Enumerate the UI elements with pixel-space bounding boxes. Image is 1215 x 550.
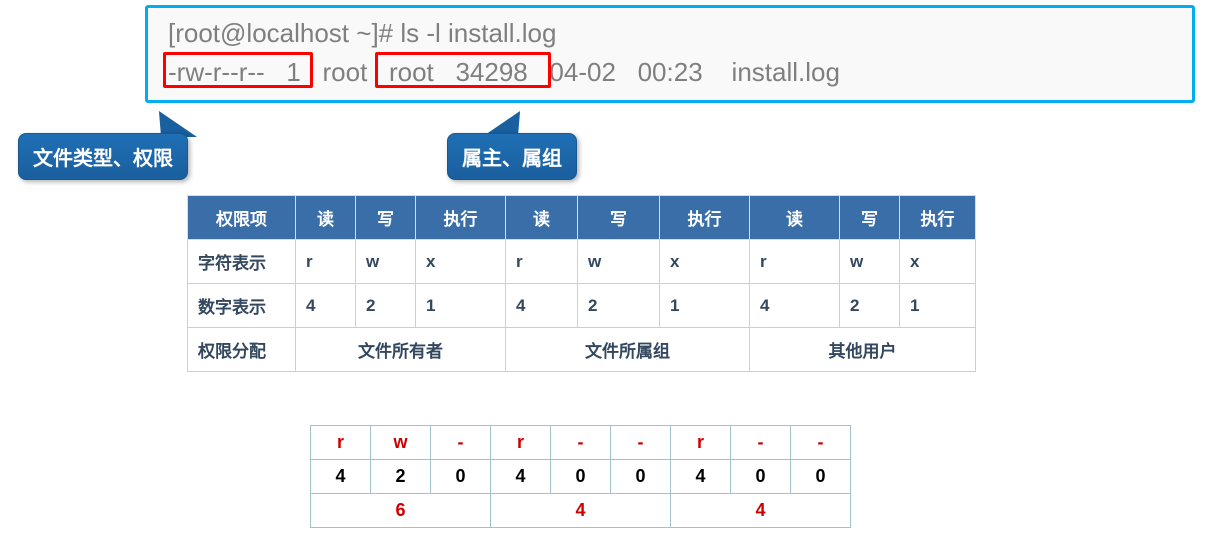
cell: - bbox=[431, 426, 491, 460]
row-label: 字符表示 bbox=[188, 240, 296, 284]
cell: 2 bbox=[371, 460, 431, 494]
cell: - bbox=[551, 426, 611, 460]
cell: - bbox=[791, 426, 851, 460]
cell: r bbox=[491, 426, 551, 460]
cell: - bbox=[611, 426, 671, 460]
cell: r bbox=[296, 240, 356, 284]
table-row-symbols: r w - r - - r - - bbox=[311, 426, 851, 460]
row-label: 权限分配 bbox=[188, 328, 296, 372]
header-cell: 写 bbox=[578, 196, 660, 240]
cell: 2 bbox=[578, 284, 660, 328]
table-row-char: 字符表示 r w x r w x r w x bbox=[188, 240, 976, 284]
header-cell: 读 bbox=[750, 196, 840, 240]
row-label: 数字表示 bbox=[188, 284, 296, 328]
cell: 文件所有者 bbox=[296, 328, 506, 372]
cell: 0 bbox=[731, 460, 791, 494]
cell: 0 bbox=[551, 460, 611, 494]
highlight-box-owner-group bbox=[375, 52, 551, 88]
highlight-box-permissions bbox=[163, 52, 313, 88]
table-row-sums: 6 4 4 bbox=[311, 494, 851, 528]
cell: x bbox=[900, 240, 976, 284]
cell: 4 bbox=[671, 460, 731, 494]
cell: 4 bbox=[491, 494, 671, 528]
cell: x bbox=[660, 240, 750, 284]
terminal-line-2: -rw-r--r-- 1 root root 34298 04-02 00:23… bbox=[168, 53, 1172, 92]
cell: r bbox=[311, 426, 371, 460]
callout-file-type: 文件类型、权限 bbox=[18, 133, 188, 180]
cell: r bbox=[750, 240, 840, 284]
header-cell: 读 bbox=[506, 196, 578, 240]
cell: 4 bbox=[506, 284, 578, 328]
cell: 1 bbox=[416, 284, 506, 328]
callout-owner-group: 属主、属组 bbox=[447, 133, 577, 180]
cell: 6 bbox=[311, 494, 491, 528]
cell: 1 bbox=[900, 284, 976, 328]
header-cell: 写 bbox=[840, 196, 900, 240]
cell: w bbox=[840, 240, 900, 284]
cell: r bbox=[506, 240, 578, 284]
terminal-line-1: [root@localhost ~]# ls -l install.log bbox=[168, 14, 1172, 53]
cell: r bbox=[671, 426, 731, 460]
cell: 4 bbox=[296, 284, 356, 328]
header-cell: 读 bbox=[296, 196, 356, 240]
cell: 文件所属组 bbox=[506, 328, 750, 372]
cell: 4 bbox=[671, 494, 851, 528]
table-row-numbers: 4 2 0 4 0 0 4 0 0 bbox=[311, 460, 851, 494]
table-row-num: 数字表示 4 2 1 4 2 1 4 2 1 bbox=[188, 284, 976, 328]
header-cell: 执行 bbox=[900, 196, 976, 240]
cell: 2 bbox=[356, 284, 416, 328]
header-cell: 执行 bbox=[416, 196, 506, 240]
cell: 4 bbox=[750, 284, 840, 328]
table-header-row: 权限项 读 写 执行 读 写 执行 读 写 执行 bbox=[188, 196, 976, 240]
permission-reference-table: 权限项 读 写 执行 读 写 执行 读 写 执行 字符表示 r w x r w … bbox=[187, 195, 976, 372]
cell: w bbox=[371, 426, 431, 460]
cell: 0 bbox=[611, 460, 671, 494]
cell: 0 bbox=[791, 460, 851, 494]
permission-calc-table: r w - r - - r - - 4 2 0 4 0 0 4 0 0 6 4 … bbox=[310, 425, 851, 528]
cell: 其他用户 bbox=[750, 328, 976, 372]
header-cell: 执行 bbox=[660, 196, 750, 240]
header-cell: 写 bbox=[356, 196, 416, 240]
cell: 0 bbox=[431, 460, 491, 494]
cell: 1 bbox=[660, 284, 750, 328]
header-cell: 权限项 bbox=[188, 196, 296, 240]
table-row-group: 权限分配 文件所有者 文件所属组 其他用户 bbox=[188, 328, 976, 372]
cell: 4 bbox=[491, 460, 551, 494]
cell: w bbox=[356, 240, 416, 284]
cell: w bbox=[578, 240, 660, 284]
cell: - bbox=[731, 426, 791, 460]
cell: x bbox=[416, 240, 506, 284]
cell: 4 bbox=[311, 460, 371, 494]
cell: 2 bbox=[840, 284, 900, 328]
